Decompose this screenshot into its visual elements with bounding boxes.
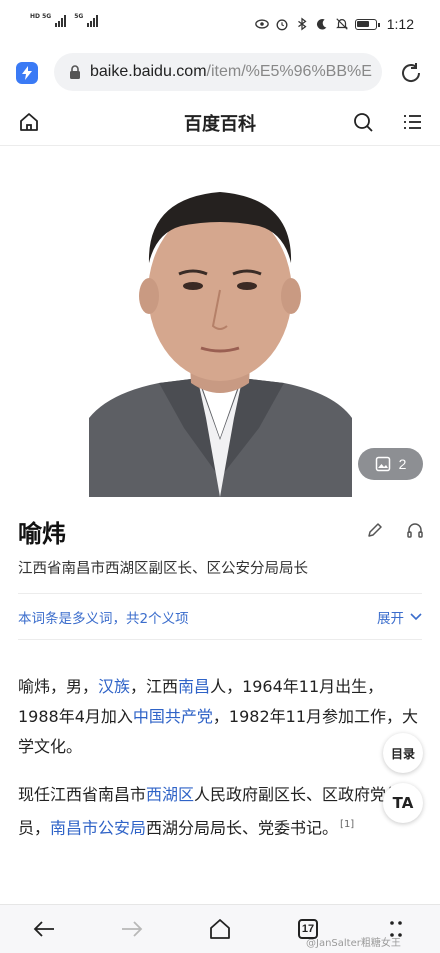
link-cpc[interactable]: 中国共产党 xyxy=(133,707,213,726)
moon-icon xyxy=(316,19,327,30)
reload-icon[interactable] xyxy=(398,60,424,86)
browser-toolbar: baike.baidu.com/item/%E5%96%BB%E xyxy=(0,50,440,92)
text-run: ，江西 xyxy=(130,677,179,696)
headphones-icon[interactable] xyxy=(406,521,424,539)
toc-button[interactable]: 目录 xyxy=(383,733,423,773)
arrow-right-icon xyxy=(122,921,143,937)
portrait-photo[interactable] xyxy=(89,178,352,497)
menu-icon[interactable] xyxy=(402,112,422,132)
entry-title: 喻炜 xyxy=(18,520,66,548)
link-ethnicity[interactable]: 汉族 xyxy=(98,677,130,696)
site-header: 百度百科 xyxy=(0,98,440,146)
url-path: /item/%E5%96%BB%E xyxy=(206,63,372,80)
link-nanchang-police[interactable]: 南昌市公安局 xyxy=(50,818,146,837)
home-button[interactable] xyxy=(208,917,232,941)
clock: 1:12 xyxy=(386,16,414,32)
lock-icon xyxy=(70,65,80,79)
status-bar: HD 5G 5G 1:12 xyxy=(0,0,440,48)
forward-button[interactable] xyxy=(120,917,144,941)
browser-badge-icon[interactable] xyxy=(16,62,38,84)
gallery-badge[interactable]: 2 xyxy=(358,448,423,480)
portrait-image xyxy=(89,178,352,497)
text-run: 喻炜，男， xyxy=(18,677,99,696)
watermark-text: @JanSalter粗糖女王 xyxy=(306,938,401,949)
network-label-2: 5G xyxy=(74,13,84,20)
expand-button[interactable]: 展开 xyxy=(377,607,422,627)
signal-bars-1-icon xyxy=(55,13,67,27)
edit-icon[interactable] xyxy=(366,521,384,539)
network-indicators: HD 5G 5G xyxy=(30,13,99,27)
paragraph-position: 现任江西省南昌市西湖区人民政府副区长、区政府党组成员，南昌市公安局西湖分局局长、… xyxy=(18,780,422,843)
chevron-down-icon xyxy=(410,613,422,621)
gallery-count: 2 xyxy=(398,456,407,472)
home-nav-icon xyxy=(210,919,230,939)
signal-bars-2-icon xyxy=(87,13,99,27)
link-nanchang[interactable]: 南昌 xyxy=(178,677,210,696)
bluetooth-icon xyxy=(297,17,307,31)
text-run: 西湖分局局长、党委书记。 xyxy=(146,818,339,838)
divider xyxy=(18,639,422,640)
toc-label: 目录 xyxy=(390,746,415,761)
battery-icon xyxy=(354,18,380,30)
ta-label: TA xyxy=(392,794,414,812)
search-icon[interactable] xyxy=(352,111,374,133)
eye-icon xyxy=(254,19,269,29)
polysemy-note[interactable]: 本词条是多义词，共2个义项 xyxy=(18,607,189,627)
network-label-1: HD 5G xyxy=(30,13,52,20)
expand-label: 展开 xyxy=(377,611,404,627)
address-bar[interactable]: baike.baidu.com/item/%E5%96%BB%E xyxy=(54,53,382,91)
entry-subtitle: 江西省南昌市西湖区副区长、区公安分局局长 xyxy=(18,561,308,577)
reference-marker[interactable]: [1] xyxy=(340,819,354,830)
divider xyxy=(18,593,422,594)
text-run: 现任江西省南昌市 xyxy=(18,785,147,804)
back-button[interactable] xyxy=(32,917,56,941)
ta-button[interactable]: TA xyxy=(383,783,423,823)
arrow-left-icon xyxy=(33,921,54,937)
status-icons: 1:12 xyxy=(254,16,414,32)
site-title: 百度百科 xyxy=(184,114,256,135)
mute-bell-icon xyxy=(335,18,348,30)
link-xihu-district[interactable]: 西湖区 xyxy=(146,785,194,804)
alarm-icon xyxy=(276,19,288,31)
url-host: baike.baidu.com xyxy=(90,63,207,80)
paragraph-intro: 喻炜，男，汉族，江西南昌人，1964年11月出生，1988年4月加入中国共产党，… xyxy=(18,672,422,762)
gallery-icon xyxy=(375,456,390,472)
